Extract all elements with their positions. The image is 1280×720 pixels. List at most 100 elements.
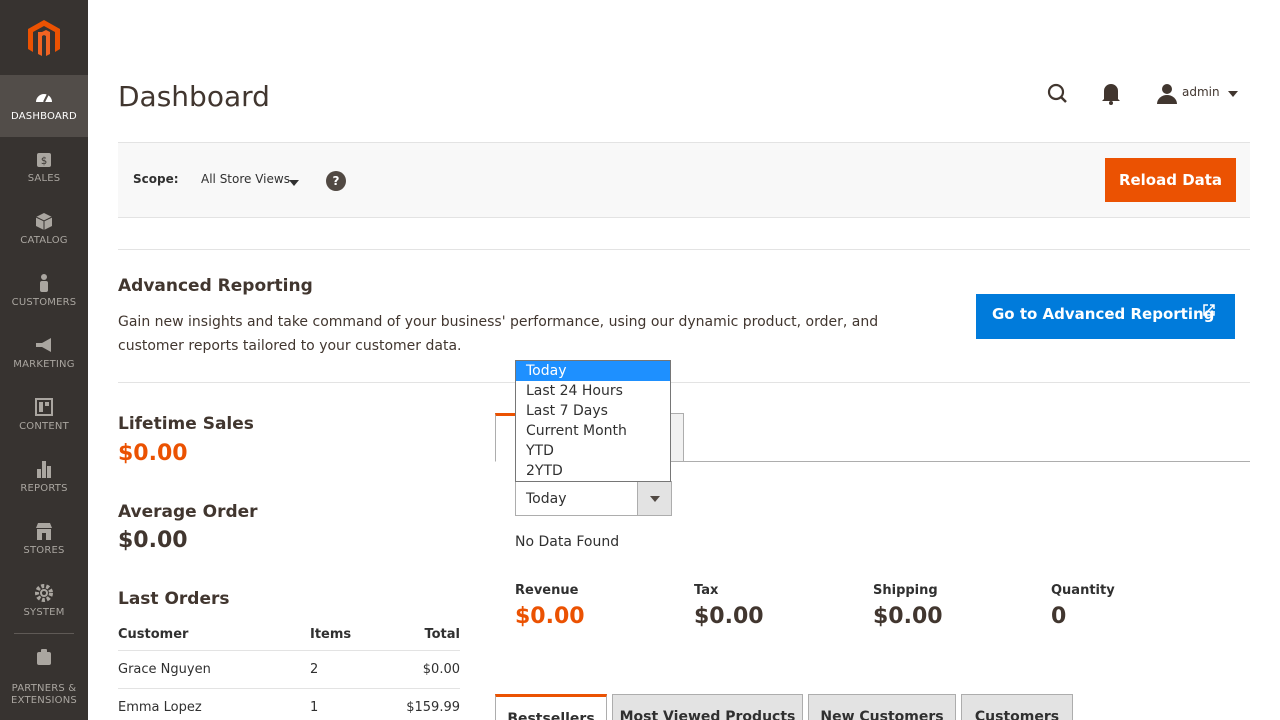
tab-new-customers[interactable]: New Customers [808, 694, 956, 720]
divider [118, 249, 1250, 250]
total-shipping: Shipping $0.00 [873, 583, 943, 629]
period-selected-value: Today [526, 491, 567, 507]
total-label: Shipping [873, 583, 938, 598]
total-value: $0.00 [873, 604, 943, 629]
period-option-today[interactable]: Today [516, 361, 670, 381]
person-icon [40, 274, 48, 292]
sidebar-item-label: Marketing [13, 359, 75, 370]
chevron-down-icon [650, 496, 660, 502]
period-option-last-24-hours[interactable]: Last 24 Hours [516, 381, 670, 401]
magento-logo-icon[interactable] [24, 18, 64, 58]
table-header-row: Customer Items Total [118, 620, 460, 651]
average-order-label: Average Order [118, 502, 258, 522]
tab-bestsellers[interactable]: Bestsellers [495, 694, 607, 720]
external-link-icon [1203, 304, 1215, 316]
total-tax: Tax $0.00 [694, 583, 764, 629]
total-label: Quantity [1051, 583, 1115, 598]
advanced-reporting-description: Gain new insights and take command of yo… [118, 314, 879, 354]
help-icon[interactable]: ? [326, 171, 346, 191]
sidebar-item-dashboard[interactable]: Dashboard [0, 75, 88, 137]
box-icon [35, 213, 53, 230]
notifications-button[interactable] [1089, 76, 1133, 110]
sidebar-divider [14, 633, 74, 634]
order-items: 1 [310, 688, 390, 720]
admin-sidebar: Dashboard $ Sales Catalog Customers Mark… [0, 0, 88, 720]
bar-chart-icon [37, 461, 51, 478]
scope-label: Scope: [133, 172, 179, 186]
sidebar-item-label: System [23, 607, 65, 618]
last-orders-table: Customer Items Total Grace Nguyen 2 $0.0… [118, 620, 460, 720]
sidebar-item-label: Catalog [20, 235, 68, 246]
tab-customers[interactable]: Customers [961, 694, 1073, 720]
page-title: Dashboard [118, 80, 270, 113]
order-customer: Grace Nguyen [118, 650, 310, 689]
sidebar-item-stores[interactable]: Stores [0, 509, 88, 571]
total-label: Revenue [515, 583, 579, 598]
sidebar-item-customers[interactable]: Customers [0, 261, 88, 323]
total-quantity: Quantity 0 [1051, 583, 1115, 629]
order-total: $0.00 [390, 650, 460, 689]
period-dropdown-list: Today Last 24 Hours Last 7 Days Current … [515, 360, 671, 482]
store-scope-bar: Scope: All Store Views ? Reload Data [118, 142, 1250, 218]
period-select[interactable]: Today [515, 481, 672, 516]
lifetime-sales-value: $0.00 [118, 441, 188, 466]
sidebar-item-partners-extensions[interactable]: Partners & Extensions [0, 643, 88, 720]
total-label: Tax [694, 583, 719, 598]
lifetime-sales-label: Lifetime Sales [118, 414, 254, 434]
reload-data-button[interactable]: Reload Data [1105, 158, 1236, 202]
select-arrow [637, 482, 671, 515]
sidebar-item-label: Sales [27, 173, 61, 184]
total-value: $0.00 [694, 604, 764, 629]
sidebar-item-label: Content [19, 421, 69, 432]
table-row[interactable]: Grace Nguyen 2 $0.00 [118, 650, 460, 689]
sidebar-item-label: Customers [11, 297, 77, 308]
average-order-value: $0.00 [118, 528, 188, 553]
period-option-ytd[interactable]: YTD [516, 441, 670, 461]
order-items: 2 [310, 650, 390, 689]
column-header-customer: Customer [118, 620, 310, 651]
period-option-2ytd[interactable]: 2YTD [516, 461, 670, 481]
chevron-down-icon [289, 180, 299, 186]
sidebar-item-label: Reports [20, 483, 68, 494]
chevron-down-icon [1228, 91, 1238, 97]
layout-icon [35, 398, 53, 416]
bell-icon [1102, 84, 1120, 105]
total-value: 0 [1051, 604, 1067, 629]
sidebar-item-catalog[interactable]: Catalog [0, 199, 88, 261]
total-value: $0.00 [515, 604, 585, 629]
advanced-reporting-title: Advanced Reporting [118, 276, 313, 296]
tab-most-viewed-products[interactable]: Most Viewed Products [612, 694, 803, 720]
megaphone-icon [36, 338, 51, 352]
svg-text:$: $ [41, 156, 47, 167]
user-icon [1157, 84, 1177, 104]
advanced-reporting-button-label: Go to Advanced Reporting [992, 305, 1215, 323]
sidebar-item-marketing[interactable]: Marketing [0, 323, 88, 385]
total-revenue: Revenue $0.00 [515, 583, 585, 629]
chart-no-data-message: No Data Found [515, 534, 620, 550]
divider [118, 382, 1250, 383]
sidebar-item-label: Dashboard [11, 111, 77, 122]
order-total: $159.99 [390, 688, 460, 720]
sidebar-item-system[interactable]: System [0, 571, 88, 633]
period-option-last-7-days[interactable]: Last 7 Days [516, 401, 670, 421]
search-icon [1047, 83, 1067, 103]
sidebar-item-content[interactable]: Content [0, 385, 88, 447]
sidebar-item-label: Stores [23, 545, 65, 556]
sidebar-item-label: Partners & Extensions [11, 683, 77, 706]
order-customer: Emma Lopez [118, 688, 310, 720]
store-icon [36, 523, 52, 540]
table-row[interactable]: Emma Lopez 1 $159.99 [118, 688, 460, 720]
admin-username: admin [1182, 85, 1220, 99]
sidebar-item-sales[interactable]: $ Sales [0, 137, 88, 199]
sidebar-item-reports[interactable]: Reports [0, 447, 88, 509]
period-option-current-month[interactable]: Current Month [516, 421, 670, 441]
column-header-items: Items [310, 620, 390, 651]
dashboard-icon [36, 93, 52, 103]
store-view-switcher[interactable]: All Store Views [184, 164, 316, 198]
last-orders-title: Last Orders [118, 589, 230, 609]
gear-icon [35, 584, 53, 602]
go-to-advanced-reporting-button[interactable]: Go to Advanced Reporting [976, 294, 1235, 339]
global-search-button[interactable] [1036, 76, 1080, 110]
column-header-total: Total [390, 620, 460, 651]
dollar-icon: $ [37, 153, 51, 167]
